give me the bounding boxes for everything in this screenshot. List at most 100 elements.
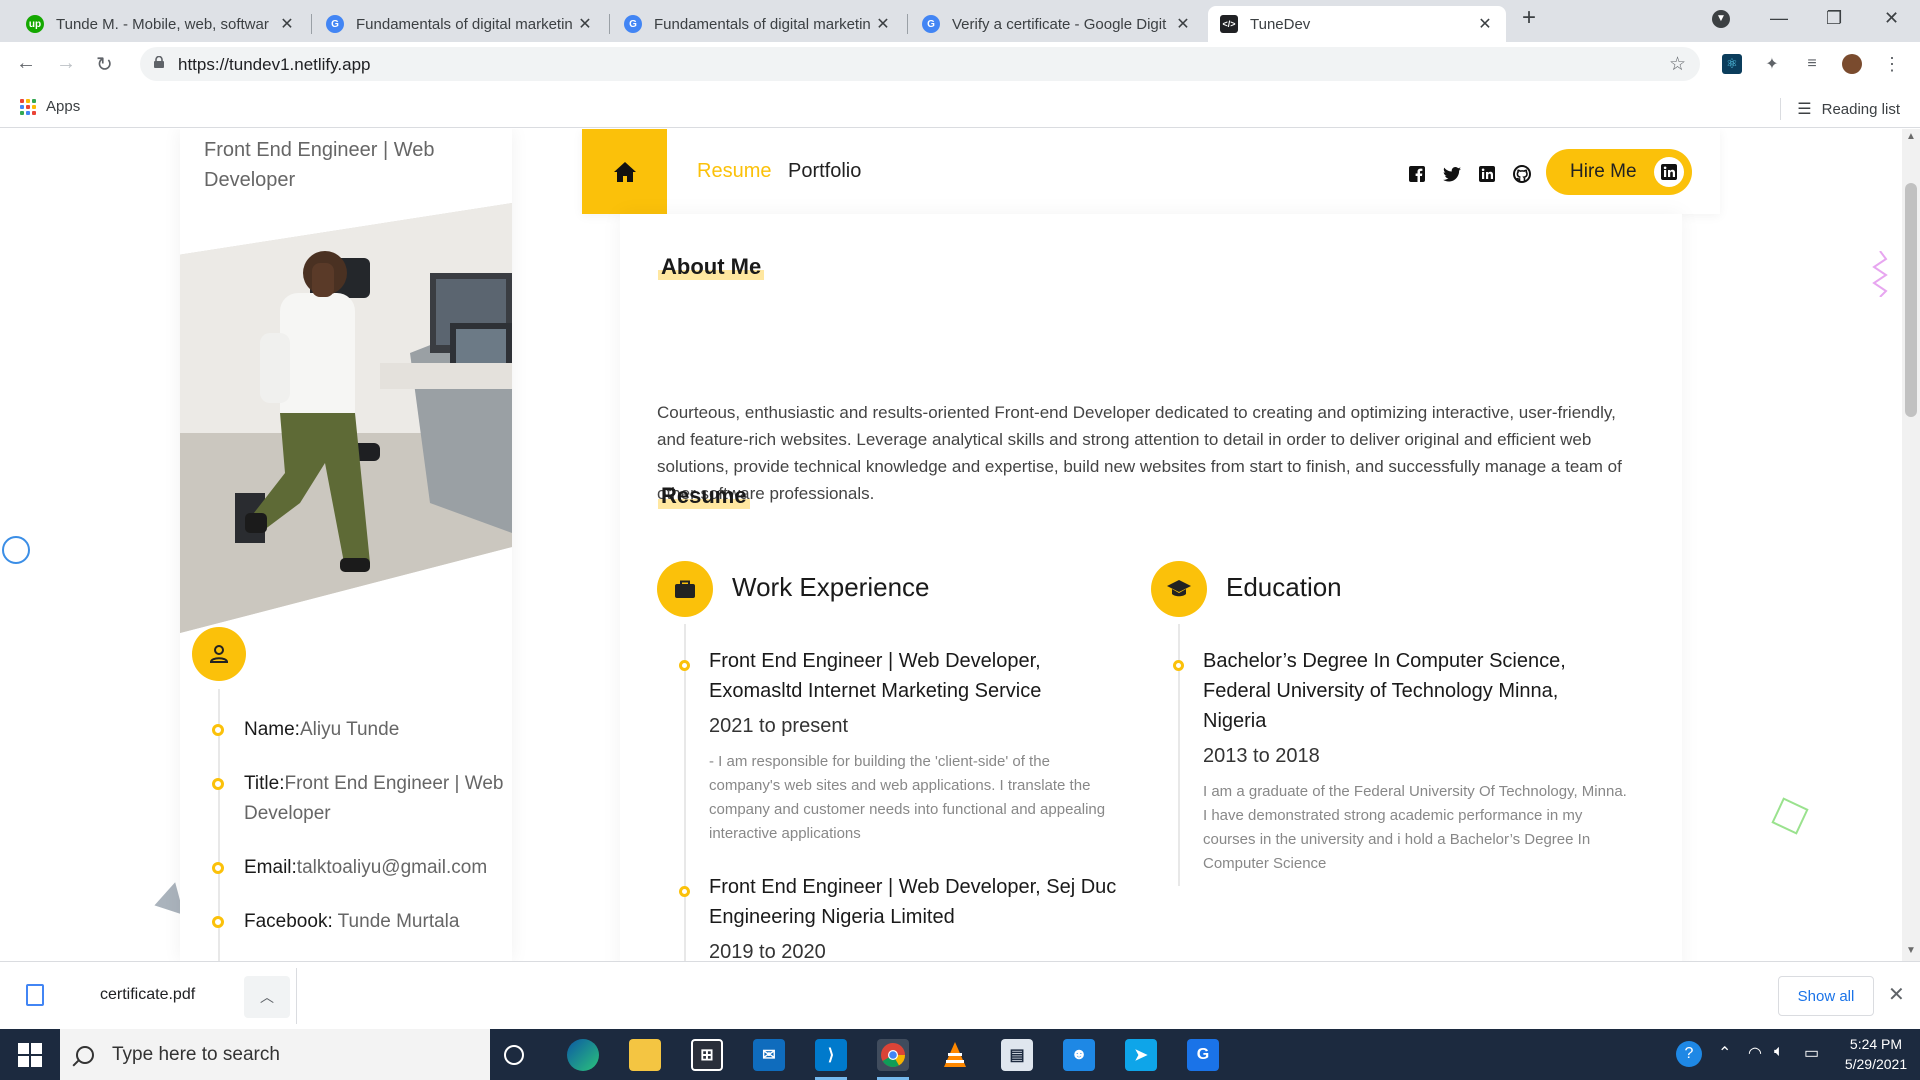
chrome-icon[interactable] (877, 1039, 909, 1080)
media-control-icon[interactable]: ≡ (1802, 54, 1822, 74)
timeline-dot (1173, 660, 1184, 671)
scroll-up-icon[interactable]: ▲ (1906, 131, 1916, 142)
file-explorer-icon[interactable] (629, 1039, 661, 1071)
tab-label: TuneDev (1250, 15, 1311, 33)
scroll-down-icon[interactable]: ▼ (1906, 945, 1916, 956)
close-icon[interactable]: ✕ (1476, 14, 1494, 34)
education-item-title: Bachelor’s Degree In Computer Science, F… (1203, 650, 1566, 732)
download-options-button[interactable]: ︿ (244, 976, 290, 1018)
vscode-icon[interactable]: ⟩ (815, 1039, 847, 1080)
people-icon[interactable]: ☻ (1063, 1039, 1095, 1071)
apps-label: Apps (46, 98, 81, 115)
info-title: Title:Front End Engineer | Web Developer (244, 769, 504, 829)
browser-tab-tunedev[interactable]: </> TuneDev ✕ (1208, 6, 1506, 42)
lock-icon (154, 56, 164, 68)
info-value: Tunde Murtala (337, 911, 460, 932)
bookmark-star-icon[interactable]: ☆ (1669, 53, 1686, 76)
info-key: Name: (244, 719, 300, 740)
info-facebook: Facebook: Tunde Murtala (244, 907, 504, 937)
timeline-dot (212, 916, 224, 928)
extensions-icon[interactable]: ✦ (1762, 54, 1782, 74)
address-bar[interactable]: https://tundev1.netlify.app ☆ (140, 47, 1700, 81)
menu-icon[interactable]: ⋮ (1882, 54, 1902, 74)
work-item-date: 2019 to 2020 (709, 941, 826, 961)
new-tab-icon[interactable]: + (1522, 4, 1536, 32)
app-icon[interactable]: ▤ (1001, 1039, 1033, 1071)
scrollbar-thumb[interactable] (1905, 183, 1917, 417)
react-devtools-icon[interactable]: ⚛ (1722, 54, 1742, 74)
google-icon: G (624, 15, 642, 33)
show-all-button[interactable]: Show all (1778, 976, 1874, 1016)
timeline-dot (212, 724, 224, 736)
back-icon[interactable]: ← (16, 52, 36, 75)
avatar[interactable] (1842, 54, 1862, 74)
browser-tab-google-2[interactable]: G Fundamentals of digital marketin ✕ (612, 6, 904, 42)
timeline-dot (212, 862, 224, 874)
restore-icon[interactable]: ❐ (1826, 8, 1842, 29)
education-item-description: I am a graduate of the Federal Universit… (1203, 783, 1627, 872)
github-icon[interactable] (1513, 165, 1531, 183)
pdf-file-icon (26, 984, 44, 1006)
google-icon: G (326, 15, 344, 33)
info-key: Email: (244, 857, 297, 878)
mail-icon[interactable]: ✉ (753, 1039, 785, 1071)
forward-icon[interactable]: → (56, 52, 76, 75)
clock-date: 5/29/2021 (1844, 1056, 1908, 1072)
browser-tab-google-3[interactable]: G Verify a certificate - Google Digit ✕ (910, 6, 1204, 42)
browser-tab-upwork[interactable]: up Tunde M. - Mobile, web, softwar ✕ (14, 6, 308, 42)
home-button[interactable] (582, 129, 667, 214)
close-icon[interactable]: ✕ (278, 14, 296, 34)
upwork-icon: up (26, 15, 44, 33)
tab-divider (609, 14, 610, 34)
reading-list-label: Reading list (1821, 100, 1900, 118)
download-filename[interactable]: certificate.pdf (100, 986, 195, 1004)
battery-icon[interactable]: ▭ (1804, 1043, 1819, 1063)
tab-search-icon[interactable]: ▼ (1712, 10, 1730, 28)
vlc-icon[interactable] (939, 1039, 971, 1071)
send-icon[interactable]: ➤ (1125, 1039, 1157, 1071)
system-clock[interactable]: 5:24 PM 5/29/2021 (1836, 1034, 1916, 1074)
edge-icon[interactable] (567, 1039, 599, 1071)
chevron-up-icon[interactable]: ⌃ (1718, 1043, 1731, 1063)
work-item-description: - I am responsible for building the 'cli… (709, 753, 1106, 842)
home-icon (613, 161, 636, 182)
decorative-diamond (1771, 797, 1809, 835)
reading-list-button[interactable]: ☰ Reading list (1780, 98, 1900, 120)
close-download-bar-icon[interactable]: ✕ (1888, 982, 1905, 1007)
search-placeholder: Type here to search (112, 1043, 280, 1065)
download-bar: certificate.pdf ︿ Show all ✕ (0, 961, 1920, 1029)
window-close-icon[interactable]: ✕ (1884, 8, 1899, 29)
pdf-icon[interactable]: G (1187, 1039, 1219, 1071)
profile-subtitle: Front End Engineer | Web Developer (204, 139, 435, 191)
close-icon[interactable]: ✕ (874, 14, 892, 34)
nav-portfolio-link[interactable]: Portfolio (788, 160, 861, 183)
hire-me-button[interactable]: Hire Me (1546, 149, 1692, 195)
clock-time: 5:24 PM (1849, 1036, 1903, 1052)
divider (1780, 98, 1782, 120)
linkedin-icon[interactable] (1478, 165, 1496, 183)
page-scrollbar[interactable]: ▲ ▼ (1902, 129, 1920, 961)
help-icon[interactable]: ? (1676, 1041, 1702, 1067)
apps-shortcut[interactable]: Apps (20, 98, 80, 115)
reload-icon[interactable]: ↻ (96, 52, 113, 77)
resume-heading: Resume (658, 483, 750, 509)
minimize-icon[interactable]: — (1770, 8, 1788, 29)
browser-toolbar: ← → ↻ https://tundev1.netlify.app ☆ ⚛ ✦ … (0, 42, 1920, 86)
education-heading: Education (1226, 572, 1342, 602)
cortana-icon[interactable] (504, 1045, 524, 1065)
wifi-icon[interactable]: ◠ (1748, 1043, 1762, 1063)
close-icon[interactable]: ✕ (1174, 14, 1192, 34)
volume-icon[interactable]: 🔈︎ (1774, 1043, 1784, 1061)
browser-tab-google-1[interactable]: G Fundamentals of digital marketin ✕ (314, 6, 606, 42)
nav-resume-link[interactable]: Resume (697, 160, 771, 183)
close-icon[interactable]: ✕ (576, 14, 594, 34)
windows-start-icon[interactable] (18, 1043, 42, 1067)
twitter-icon[interactable] (1443, 165, 1461, 183)
info-key: Title: (244, 773, 285, 794)
store-icon[interactable]: ⊞ (691, 1039, 723, 1071)
profile-photo (180, 203, 512, 633)
facebook-icon[interactable] (1408, 165, 1426, 183)
info-key: Facebook: (244, 911, 338, 932)
taskbar-search[interactable]: Type here to search (60, 1029, 490, 1080)
decorative-circle (2, 536, 30, 564)
